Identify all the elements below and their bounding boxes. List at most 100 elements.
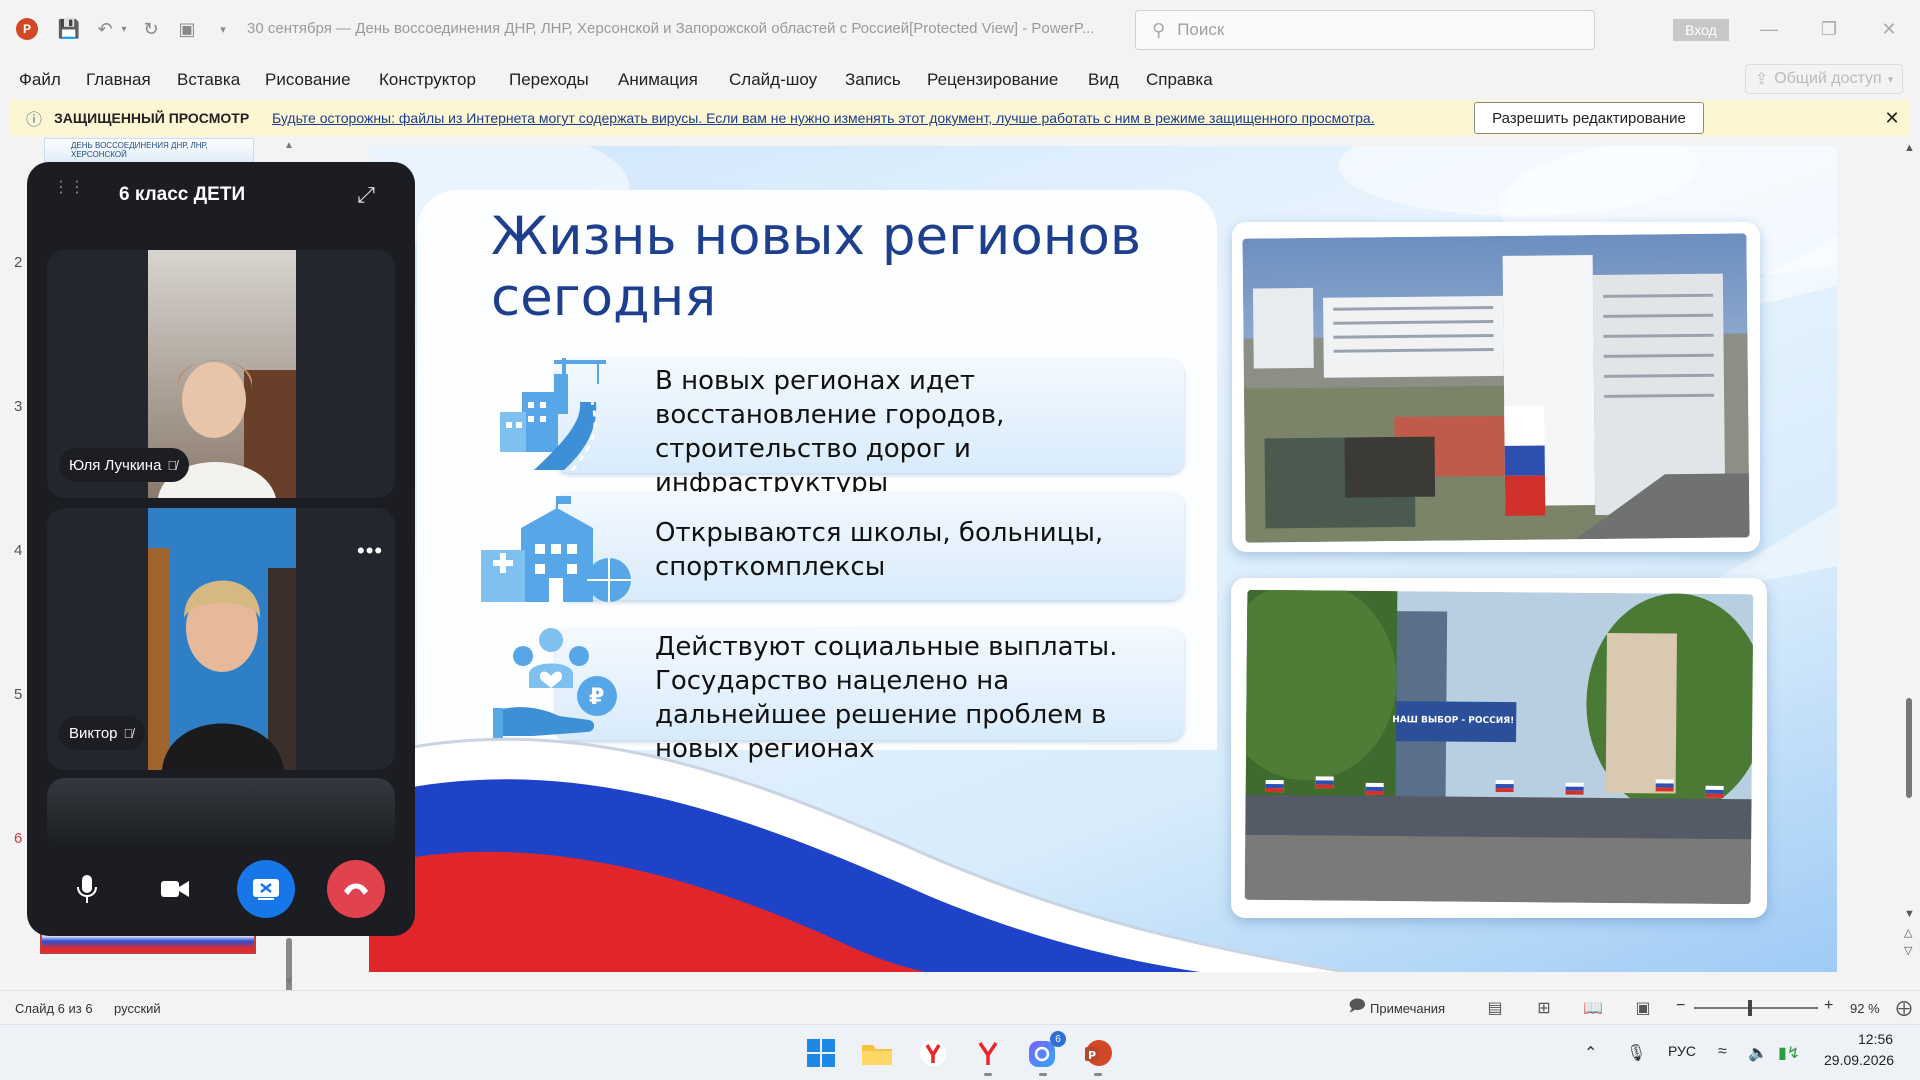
tab-view[interactable]: Вид bbox=[1088, 70, 1119, 90]
share-icon: ⇪ bbox=[1754, 71, 1769, 88]
slide-number: 4 bbox=[14, 542, 23, 559]
redo-icon[interactable]: ↻ bbox=[140, 18, 162, 40]
battery-charging-icon[interactable]: ▮↯ bbox=[1778, 1043, 1800, 1063]
undo-icon[interactable]: ↶ bbox=[94, 18, 116, 40]
photo-banner-text: НАШ ВЫБОР - РОССИЯ! bbox=[1392, 715, 1515, 727]
tab-file[interactable]: Файл bbox=[19, 70, 61, 90]
tab-record[interactable]: Запись bbox=[845, 70, 901, 90]
sign-in-button[interactable]: Вход bbox=[1673, 19, 1729, 41]
zoom-slider-handle[interactable] bbox=[1748, 1000, 1752, 1016]
tab-transitions[interactable]: Переходы bbox=[509, 70, 589, 90]
protected-view-message[interactable]: Будьте осторожны: файлы из Интернета мог… bbox=[272, 110, 1375, 126]
slide-number-current: 6 bbox=[14, 830, 23, 847]
close-icon[interactable]: ✕ bbox=[1882, 108, 1902, 128]
slideshow-view-icon[interactable]: ▣ bbox=[1632, 997, 1654, 1019]
participant-tile-2[interactable]: ••• Виктор 🎙̸ bbox=[47, 508, 395, 770]
zoom-out-button[interactable]: − bbox=[1676, 997, 1685, 1015]
slide-sorter-icon[interactable]: ⊞ bbox=[1533, 997, 1555, 1019]
messenger-icon[interactable]: 6 bbox=[1023, 1031, 1066, 1073]
bullet-text-2[interactable]: Открываются школы, больницы, спорткомпле… bbox=[655, 516, 1175, 584]
close-window-icon[interactable]: ✕ bbox=[1876, 16, 1902, 42]
microphone-tray-icon[interactable]: 🎙 bbox=[1626, 1043, 1646, 1063]
scroll-down-icon[interactable]: ▼ bbox=[284, 976, 294, 987]
input-language[interactable]: РУС bbox=[1668, 1043, 1696, 1059]
participant-tile-3[interactable] bbox=[47, 778, 395, 848]
screen-share-button[interactable] bbox=[237, 860, 295, 918]
yandex-icon[interactable] bbox=[968, 1033, 1008, 1073]
reading-view-icon[interactable]: 📖 bbox=[1582, 997, 1604, 1019]
svg-text:₽: ₽ bbox=[589, 685, 604, 710]
chevron-down-icon: ▾ bbox=[1887, 73, 1894, 86]
camera-button[interactable] bbox=[146, 860, 204, 918]
clock-date[interactable]: 29.09.2026 bbox=[1824, 1052, 1894, 1068]
show-hidden-icons-icon[interactable]: ⌃ bbox=[1584, 1043, 1597, 1063]
tab-draw[interactable]: Рисование bbox=[265, 70, 351, 90]
volume-icon[interactable]: 🔈 bbox=[1748, 1043, 1768, 1063]
svg-text:P: P bbox=[1088, 1049, 1096, 1062]
search-box[interactable]: ⚲ bbox=[1135, 10, 1595, 50]
save-icon[interactable]: 💾 bbox=[58, 18, 80, 40]
next-slide-icon[interactable]: ▽ bbox=[1904, 944, 1912, 957]
slide-canvas[interactable]: Жизнь новых регионов сегодня В новых рег… bbox=[369, 146, 1837, 972]
normal-view-icon[interactable]: ▤ bbox=[1484, 997, 1506, 1019]
clock-time[interactable]: 12:56 bbox=[1858, 1031, 1893, 1047]
file-explorer-icon[interactable] bbox=[857, 1033, 897, 1073]
microphone-button[interactable] bbox=[58, 860, 116, 918]
scroll-up-icon[interactable]: ▲ bbox=[284, 140, 294, 151]
bullet-text-1[interactable]: В новых регионах идет восстановление гор… bbox=[655, 364, 1175, 500]
end-call-button[interactable] bbox=[327, 860, 385, 918]
scroll-thumb[interactable] bbox=[1906, 698, 1912, 798]
windows-start-icon[interactable] bbox=[801, 1033, 841, 1073]
scroll-down-icon[interactable]: ▼ bbox=[1904, 908, 1915, 920]
drag-handle-icon[interactable]: ⋮⋮ bbox=[53, 180, 85, 206]
notes-icon[interactable]: 🗩 bbox=[1346, 997, 1368, 1019]
notes-button[interactable]: Примечания bbox=[1370, 1001, 1445, 1016]
camera-icon bbox=[161, 881, 189, 897]
restore-icon[interactable]: ❐ bbox=[1816, 16, 1842, 42]
yandex-browser-icon[interactable] bbox=[913, 1033, 953, 1073]
document-title: 30 сентября — День воссоединения ДНР, ЛН… bbox=[247, 20, 1095, 37]
powerpoint-taskbar-icon[interactable]: P bbox=[1078, 1033, 1118, 1073]
participant-name: Юля Лучкина bbox=[69, 456, 162, 474]
tab-slideshow[interactable]: Слайд-шоу bbox=[729, 70, 817, 90]
title-bar: P 💾 ↶ ▾ ↻ ▣ ▾ 30 сентября — День воссоед… bbox=[0, 0, 1920, 58]
minimize-icon[interactable]: — bbox=[1756, 16, 1782, 42]
search-input[interactable] bbox=[1177, 20, 1558, 40]
mic-muted-icon: 🎙̸ bbox=[123, 725, 134, 741]
zoom-level[interactable]: 92 % bbox=[1850, 1001, 1880, 1016]
language-indicator[interactable]: русский bbox=[114, 1001, 161, 1016]
participant-name: Виктор bbox=[69, 724, 118, 742]
city-road-icon bbox=[500, 358, 606, 472]
share-button[interactable]: ⇪ Общий доступ ▾ bbox=[1745, 64, 1903, 94]
zoom-in-button[interactable]: + bbox=[1824, 997, 1833, 1015]
expand-icon[interactable]: ⤢ bbox=[353, 182, 379, 208]
slide-title[interactable]: Жизнь новых регионов сегодня bbox=[491, 206, 1211, 328]
call-title: 6 класс ДЕТИ bbox=[119, 184, 246, 205]
participant-video-2 bbox=[148, 508, 296, 770]
slide-scrollbar[interactable]: ▲ ▼ △ ▽ bbox=[1900, 138, 1918, 990]
participant-name-tag: Виктор 🎙̸ bbox=[59, 716, 146, 750]
microphone-icon bbox=[77, 875, 97, 903]
protected-view-bar: ⓘ ЗАЩИЩЕННЫЙ ПРОСМОТР Будьте осторожны: … bbox=[10, 100, 1910, 136]
slide-number: 3 bbox=[14, 398, 23, 415]
russian-flag-ribbon bbox=[369, 737, 1355, 972]
participant-tile-1[interactable]: Юля Лучкина 🎙̸ bbox=[47, 250, 395, 498]
present-icon[interactable]: ▣ bbox=[176, 18, 198, 40]
customize-toolbar-icon[interactable]: ▾ bbox=[212, 18, 234, 40]
fit-to-window-icon[interactable]: ⨁ bbox=[1893, 997, 1915, 1019]
tab-design[interactable]: Конструктор bbox=[379, 70, 476, 90]
tab-insert[interactable]: Вставка bbox=[177, 70, 240, 90]
video-call-panel[interactable]: ⋮⋮ 6 класс ДЕТИ ⤢ Юля Лучкина 🎙̸ ••• Вик… bbox=[27, 162, 415, 936]
tab-review[interactable]: Рецензирование bbox=[927, 70, 1058, 90]
zoom-slider[interactable] bbox=[1694, 1007, 1818, 1009]
scroll-up-icon[interactable]: ▲ bbox=[1904, 142, 1915, 154]
tab-help[interactable]: Справка bbox=[1146, 70, 1213, 90]
photo-new-buildings[interactable] bbox=[1242, 233, 1750, 543]
tab-home[interactable]: Главная bbox=[86, 70, 151, 90]
more-options-icon[interactable]: ••• bbox=[357, 538, 383, 564]
wifi-icon[interactable]: ≈ bbox=[1718, 1043, 1727, 1061]
tab-animations[interactable]: Анимация bbox=[618, 70, 698, 90]
enable-editing-button[interactable]: Разрешить редактирование bbox=[1474, 102, 1704, 134]
previous-slide-icon[interactable]: △ bbox=[1904, 926, 1912, 939]
undo-dropdown-icon[interactable]: ▾ bbox=[118, 18, 130, 40]
